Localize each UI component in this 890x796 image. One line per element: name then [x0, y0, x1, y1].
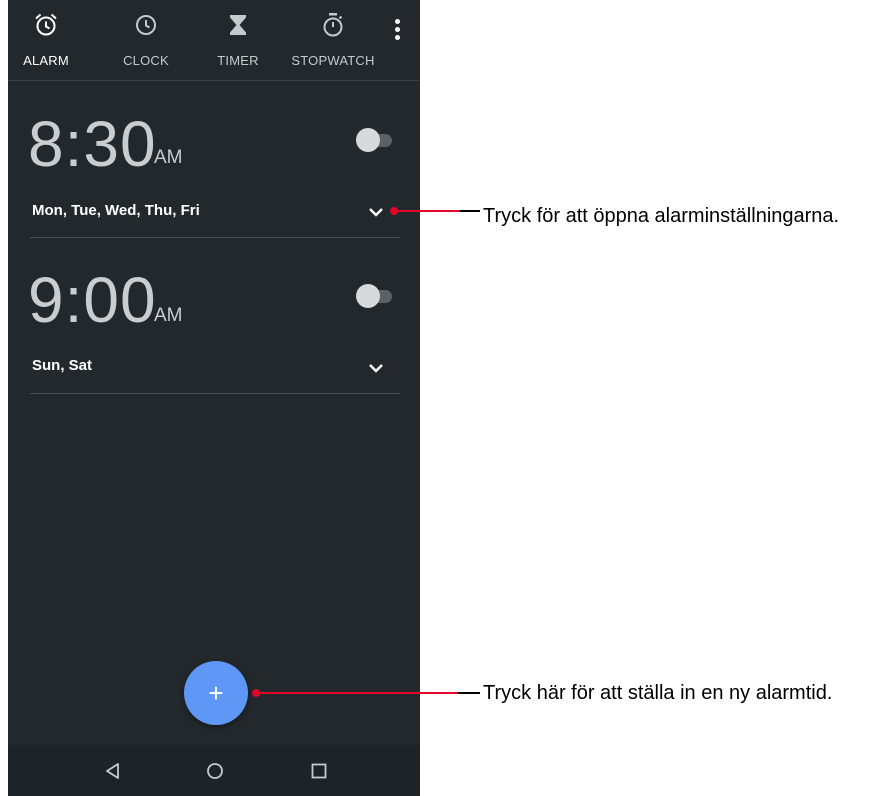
tab-bar: ALARM CLOCK TIMER STOPWATCH: [8, 0, 420, 80]
tab-clock-label: CLOCK: [123, 53, 169, 68]
clock-app-screen: ALARM CLOCK TIMER STOPWATCH 8:30 AM Mon,…: [8, 0, 420, 796]
add-alarm-button[interactable]: +: [184, 661, 248, 725]
stopwatch-icon: [323, 13, 343, 37]
alarm-time[interactable]: 9:00: [28, 268, 157, 332]
tab-timer[interactable]: TIMER: [206, 0, 270, 72]
alarm-item[interactable]: 8:30 AM Mon, Tue, Wed, Thu, Fri: [8, 82, 420, 240]
home-icon[interactable]: [204, 760, 226, 782]
chevron-down-icon[interactable]: [368, 206, 384, 218]
callout-leader-line: [458, 692, 480, 694]
callout-expand-settings: Tryck för att öppna alarminställningarna…: [483, 205, 840, 227]
alarm-time[interactable]: 8:30: [28, 112, 157, 176]
plus-icon: +: [208, 678, 224, 708]
chevron-down-icon[interactable]: [368, 362, 384, 374]
tab-bar-divider: [8, 80, 420, 81]
alarm-days: Mon, Tue, Wed, Thu, Fri: [32, 202, 200, 219]
overflow-menu-icon[interactable]: [386, 14, 410, 44]
navigation-bar: [8, 745, 420, 796]
alarm-icon: [35, 13, 57, 36]
callout-leader-line: [258, 692, 458, 694]
alarm-toggle[interactable]: [356, 128, 394, 152]
tab-stopwatch[interactable]: STOPWATCH: [286, 0, 380, 72]
tab-timer-label: TIMER: [217, 53, 259, 68]
recents-icon[interactable]: [308, 760, 330, 782]
alarm-ampm: AM: [154, 147, 183, 168]
callout-leader-line: [396, 210, 460, 212]
callout-leader-line: [460, 210, 480, 212]
tab-alarm-label: ALARM: [23, 53, 69, 68]
tab-alarm[interactable]: ALARM: [14, 0, 78, 72]
alarm-divider: [30, 393, 400, 394]
back-icon[interactable]: [102, 760, 124, 782]
clock-icon: [136, 15, 156, 35]
alarm-item[interactable]: 9:00 AM Sun, Sat: [8, 238, 420, 396]
tab-clock[interactable]: CLOCK: [112, 0, 180, 72]
alarm-toggle[interactable]: [356, 284, 394, 308]
hourglass-icon: [230, 15, 246, 35]
alarm-ampm: AM: [154, 305, 183, 326]
alarm-days: Sun, Sat: [32, 357, 93, 374]
tab-stopwatch-label: STOPWATCH: [291, 53, 375, 68]
callout-add-alarm: Tryck här för att ställa in en ny alarmt…: [483, 682, 833, 704]
